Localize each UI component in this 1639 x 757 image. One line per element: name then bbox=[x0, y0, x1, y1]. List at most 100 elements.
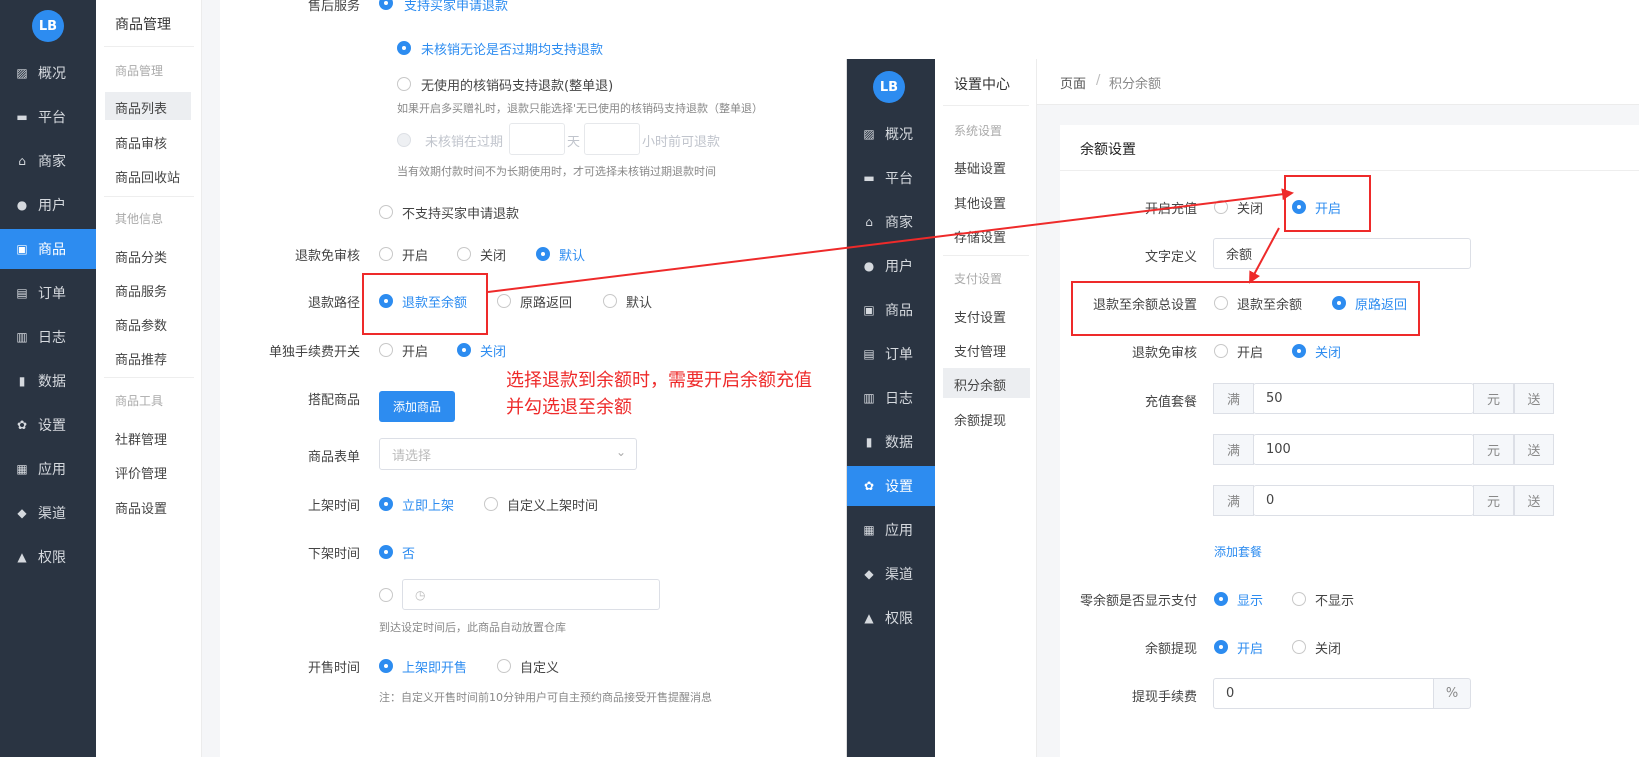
nav-item-store[interactable]: ⌂ 商家 bbox=[847, 202, 935, 242]
delist-no-radio[interactable] bbox=[379, 545, 393, 559]
sub-item-reviews[interactable]: 评价管理 bbox=[115, 463, 167, 482]
sub-item-service[interactable]: 商品服务 bbox=[115, 281, 167, 300]
sub-item-params[interactable]: 商品参数 bbox=[115, 315, 167, 334]
zero-show-radio[interactable] bbox=[1214, 592, 1228, 606]
fee-switch-off-radio[interactable] bbox=[457, 343, 471, 357]
nav-item-chart[interactable]: ▮ 数据 bbox=[847, 422, 935, 462]
nav-item-monitor[interactable]: ▬ 平台 bbox=[847, 158, 935, 198]
expired-days-input[interactable] bbox=[509, 123, 565, 155]
highlight-recharge-on bbox=[1284, 175, 1371, 232]
nav-item-lock[interactable]: ▲ 权限 bbox=[847, 598, 935, 638]
sub-item-product-settings[interactable]: 商品设置 bbox=[115, 498, 167, 517]
sub-item-recycle-bin[interactable]: 商品回收站 bbox=[115, 167, 180, 186]
nav-item-apps[interactable]: ▦ 应用 bbox=[0, 449, 96, 489]
package-label: 充值套餐 bbox=[1144, 395, 1197, 410]
withdraw-label: 余额提现 bbox=[1144, 642, 1197, 657]
sub-item-community[interactable]: 社群管理 bbox=[115, 429, 167, 448]
refund-path-default-radio[interactable] bbox=[603, 294, 617, 308]
package-prefix: 满 bbox=[1213, 434, 1254, 465]
nav-item-overview[interactable]: ▨ 概况 bbox=[0, 53, 96, 93]
sale-custom-radio[interactable] bbox=[497, 659, 511, 673]
nav-item-product[interactable]: ▣ 商品 bbox=[0, 229, 96, 269]
lock-icon: ▲ bbox=[864, 611, 874, 625]
annotation-line-2: 并勾选退至余额 bbox=[506, 397, 632, 418]
opt-expired-radio[interactable] bbox=[397, 133, 411, 147]
package-amount-input[interactable]: 100 bbox=[1253, 434, 1474, 465]
nav-item-monitor[interactable]: ▬ 平台 bbox=[0, 97, 96, 137]
refund-review-on-radio[interactable] bbox=[379, 247, 393, 261]
after-sale-radio[interactable] bbox=[379, 0, 393, 10]
nav-item-user[interactable]: ● 用户 bbox=[0, 185, 96, 225]
refund-review-off-radio[interactable] bbox=[457, 247, 471, 261]
order-icon: ▤ bbox=[16, 286, 28, 300]
delist-time-radio[interactable] bbox=[379, 588, 393, 602]
add-product-button[interactable]: 添加商品 bbox=[379, 391, 455, 422]
after-sale-option: 支持买家申请退款 bbox=[404, 0, 509, 14]
nav-item-log[interactable]: ▥ 日志 bbox=[847, 378, 935, 418]
user-icon: ● bbox=[863, 259, 875, 273]
nav-item-lock[interactable]: ▲ 权限 bbox=[0, 537, 96, 577]
sub-item-payment-manage[interactable]: 支付管理 bbox=[954, 341, 1006, 360]
recharge-off-radio[interactable] bbox=[1214, 200, 1228, 214]
nav-item-chart[interactable]: ▮ 数据 bbox=[0, 361, 96, 401]
nav-item-product[interactable]: ▣ 商品 bbox=[847, 290, 935, 330]
sub-item-recommend[interactable]: 商品推荐 bbox=[115, 349, 167, 368]
package-amount-input[interactable]: 0 bbox=[1253, 485, 1474, 516]
opt-unused-label: 无使用的核销码支持退款(整单退) bbox=[421, 79, 614, 94]
fee-switch-on-radio[interactable] bbox=[379, 343, 393, 357]
nav-item-log[interactable]: ▥ 日志 bbox=[0, 317, 96, 357]
breadcrumb-home[interactable]: 页面 bbox=[1060, 73, 1086, 92]
opt-no-refund-radio[interactable] bbox=[379, 205, 393, 219]
delist-time-input[interactable]: ◷ bbox=[402, 579, 660, 610]
sub-item-withdraw[interactable]: 余额提现 bbox=[954, 410, 1006, 429]
withdraw-off-radio[interactable] bbox=[1292, 640, 1306, 654]
listing-custom-radio[interactable] bbox=[484, 497, 498, 511]
withdraw-on-radio[interactable] bbox=[1214, 640, 1228, 654]
sub-item-points-balance[interactable]: 积分余额 bbox=[943, 368, 1030, 398]
sub-item-storage[interactable]: 存储设置 bbox=[954, 227, 1006, 246]
nav-item-label: 应用 bbox=[38, 462, 66, 478]
nav-item-store[interactable]: ⌂ 商家 bbox=[0, 141, 96, 181]
fee-switch-label: 单独手续费开关 bbox=[268, 345, 360, 360]
zero-hide-radio[interactable] bbox=[1292, 592, 1306, 606]
sub-item-payment[interactable]: 支付设置 bbox=[954, 307, 1006, 326]
opt-unused-radio[interactable] bbox=[397, 77, 411, 91]
refund-review-on: 开启 bbox=[402, 249, 429, 264]
refund-path-original-radio[interactable] bbox=[497, 294, 511, 308]
sub-item-other[interactable]: 其他设置 bbox=[954, 193, 1006, 212]
sale-custom: 自定义 bbox=[520, 661, 560, 676]
sale-now-radio[interactable] bbox=[379, 659, 393, 673]
withdraw-on: 开启 bbox=[1237, 642, 1264, 657]
expired-hours-input[interactable] bbox=[584, 123, 640, 155]
fee-input[interactable]: 0 bbox=[1213, 678, 1434, 709]
listing-now-radio[interactable] bbox=[379, 497, 393, 511]
nav-item-cube[interactable]: ◆ 渠道 bbox=[847, 554, 935, 594]
refund-review-default-radio[interactable] bbox=[536, 247, 550, 261]
nav-item-order[interactable]: ▤ 订单 bbox=[0, 273, 96, 313]
nav-item-order[interactable]: ▤ 订单 bbox=[847, 334, 935, 374]
text-def-input[interactable]: 余额 bbox=[1213, 238, 1471, 269]
sub-item-basic[interactable]: 基础设置 bbox=[954, 158, 1006, 177]
nav-item-label: 数据 bbox=[885, 435, 913, 451]
nav-item-user[interactable]: ● 用户 bbox=[847, 246, 935, 286]
highlight-refund-path bbox=[362, 273, 488, 335]
sub-item-product-review[interactable]: 商品审核 bbox=[115, 133, 167, 152]
nav-item-overview[interactable]: ▨ 概况 bbox=[847, 114, 935, 154]
refund-review-on-radio[interactable] bbox=[1214, 344, 1228, 358]
withdraw-off: 关闭 bbox=[1315, 642, 1342, 657]
refund-review-off-radio[interactable] bbox=[1292, 344, 1306, 358]
nav-item-gear[interactable]: ✿ 设置 bbox=[847, 466, 935, 506]
sub-item-category[interactable]: 商品分类 bbox=[115, 247, 167, 266]
nav-item-cube[interactable]: ◆ 渠道 bbox=[0, 493, 96, 533]
refund-review-label: 退款免审核 bbox=[294, 249, 360, 264]
opt-unverified-radio[interactable] bbox=[397, 41, 411, 55]
apps-icon: ▦ bbox=[863, 523, 875, 537]
sub-item-product-list[interactable]: 商品列表 bbox=[105, 92, 191, 120]
nav-item-apps[interactable]: ▦ 应用 bbox=[847, 510, 935, 550]
package-amount-input[interactable]: 50 bbox=[1253, 383, 1474, 414]
add-package-link[interactable]: 添加套餐 bbox=[1214, 543, 1262, 560]
after-sale-label: 售后服务 bbox=[307, 0, 360, 14]
form-select[interactable]: 请选择 ⌄ bbox=[379, 438, 637, 470]
nav-item-gear[interactable]: ✿ 设置 bbox=[0, 405, 96, 445]
recharge-off: 关闭 bbox=[1237, 202, 1264, 217]
